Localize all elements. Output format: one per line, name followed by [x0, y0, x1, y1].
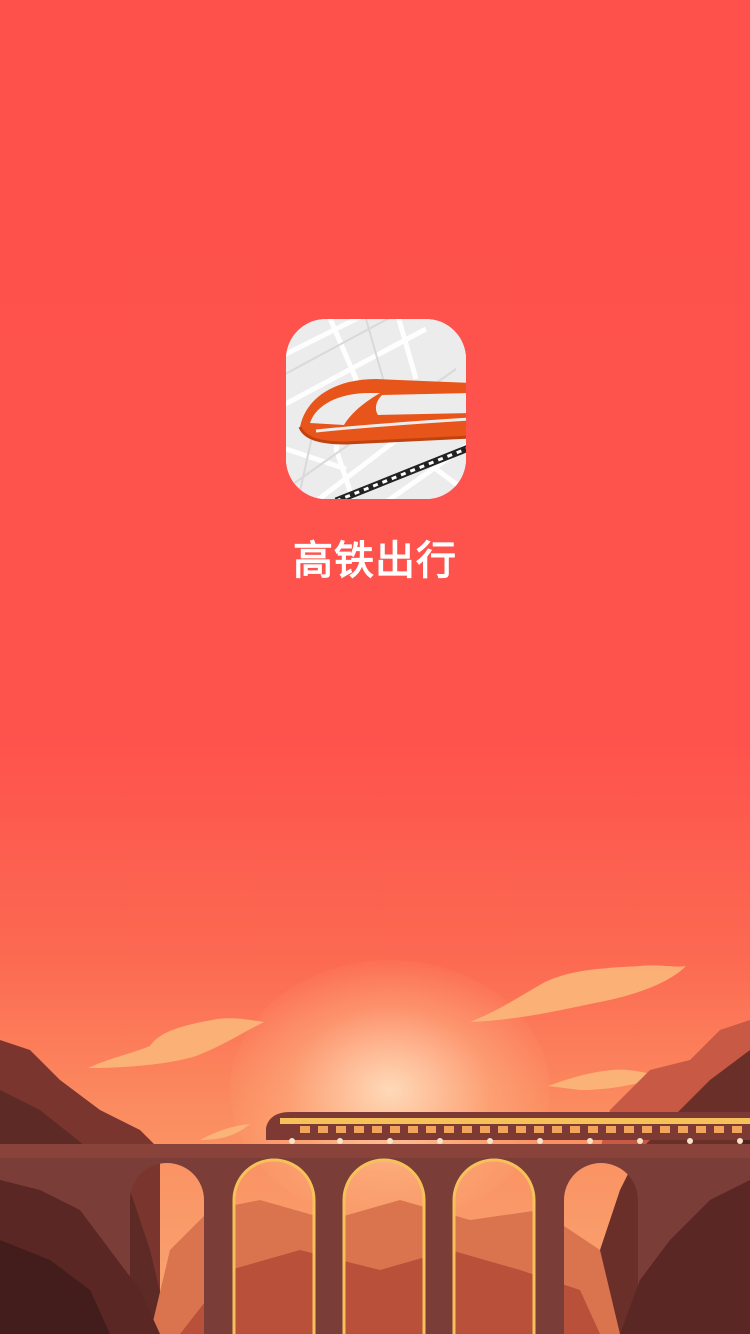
train-bridge-illustration	[0, 950, 750, 1334]
app-logo-icon	[286, 319, 466, 499]
app-name: 高铁出行	[293, 538, 457, 584]
splash-screen: 高铁出行	[0, 0, 750, 1334]
